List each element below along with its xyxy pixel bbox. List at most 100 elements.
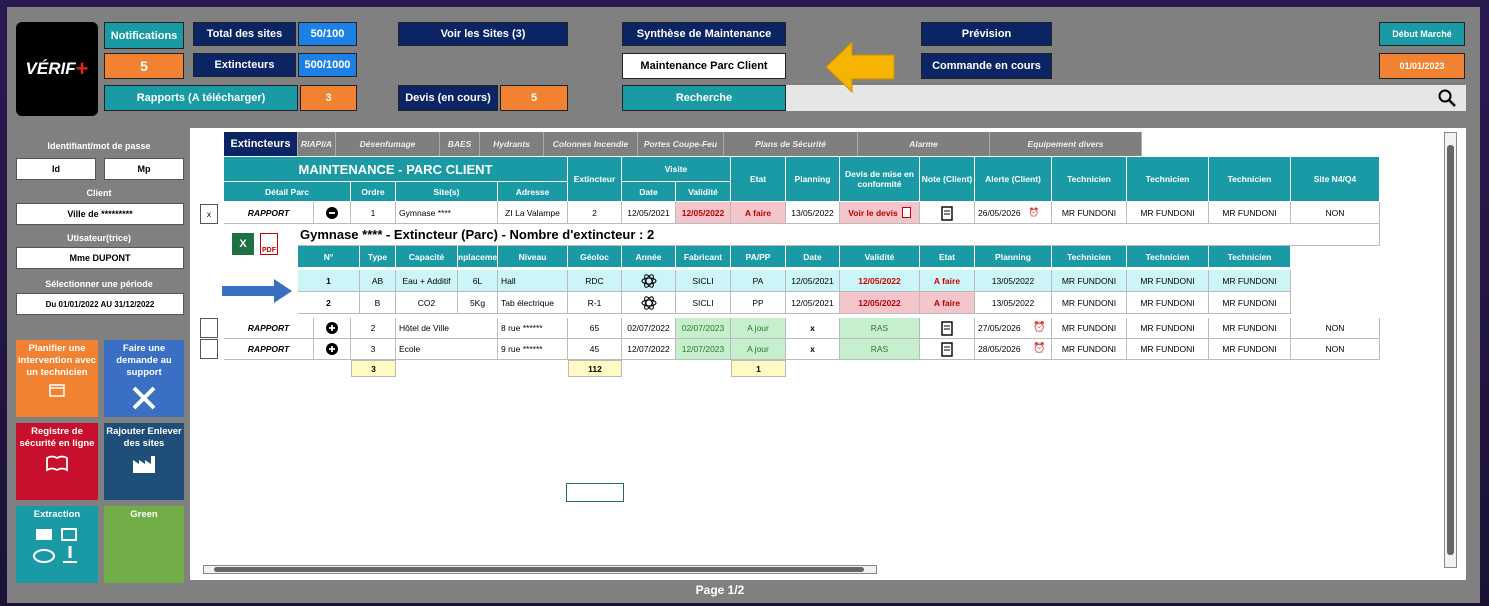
hdr-planning: Planning bbox=[786, 157, 840, 202]
total-sites: 3 bbox=[351, 360, 396, 377]
clipboard-icon[interactable] bbox=[920, 202, 975, 224]
devis-label[interactable]: Devis (en cours) bbox=[398, 85, 498, 111]
registre-tile[interactable]: Registre de sécurité en ligne bbox=[16, 423, 98, 500]
voir-devis-link[interactable]: Voir le devis bbox=[848, 208, 897, 218]
planifier-tile[interactable]: Planifier une intervention avec un techn… bbox=[16, 340, 98, 417]
sub-row-1-col-7: SICLI bbox=[676, 270, 731, 292]
sites-tile[interactable]: Rajouter Enlever des sites bbox=[104, 423, 184, 500]
period-label: Sélectionner une période bbox=[45, 279, 153, 289]
pdf-export-icon[interactable]: PDF bbox=[260, 233, 278, 255]
voir-sites-button[interactable]: Voir les Sites (3) bbox=[398, 22, 568, 46]
table-row-3-t1: MR FUNDONI bbox=[1052, 339, 1127, 360]
atom-icon[interactable] bbox=[622, 270, 676, 292]
table-row-2-etat: A jour bbox=[731, 318, 786, 339]
commande-button[interactable]: Commande en cours bbox=[921, 53, 1052, 79]
alarm-clock-icon[interactable]: ⏰ bbox=[1033, 322, 1045, 333]
main-title: MAINTENANCE - PARC CLIENT bbox=[224, 157, 568, 182]
tab-plans[interactable]: Plans de Sécurité bbox=[724, 132, 858, 156]
rapports-label[interactable]: Rapports (A télécharger) bbox=[104, 85, 298, 111]
mp-field[interactable]: Mp bbox=[104, 158, 184, 180]
row-select-box[interactable] bbox=[200, 339, 218, 359]
total-sites-label[interactable]: Total des sites bbox=[193, 22, 296, 46]
extincteurs-value[interactable]: 500/1000 bbox=[298, 53, 357, 77]
table-row-2-t2: MR FUNDONI bbox=[1127, 318, 1209, 339]
tab-hydrants[interactable]: Hydrants bbox=[480, 132, 544, 156]
table-row-2-rapport[interactable]: RAPPORT bbox=[224, 318, 314, 339]
tools-icon bbox=[104, 383, 184, 413]
debut-marche-date[interactable]: 01/01/2023 bbox=[1379, 53, 1465, 79]
synthese-button[interactable]: Synthèse de Maintenance bbox=[622, 22, 786, 46]
sub-row-2-col-8: PP bbox=[731, 292, 786, 314]
id-field[interactable]: Id bbox=[16, 158, 96, 180]
user-field[interactable]: Mme DUPONT bbox=[16, 247, 184, 269]
sub-row-1-col-12: 13/05/2022 bbox=[975, 270, 1052, 292]
clipboard-icon[interactable] bbox=[920, 339, 975, 360]
hdr-technicien-3: Technicien bbox=[1209, 157, 1291, 202]
tab-baes[interactable]: BAES bbox=[440, 132, 480, 156]
period-field[interactable]: Du 01/01/2022 AU 31/12/2022 bbox=[16, 293, 184, 315]
tab-equipement[interactable]: Equipement divers bbox=[990, 132, 1142, 156]
tab-riapia[interactable]: RIAPI/A bbox=[298, 132, 336, 156]
table-row-1-validite: 12/05/2022 bbox=[676, 202, 731, 224]
rapports-value[interactable]: 3 bbox=[300, 85, 357, 111]
hdr-sites: Site(s) bbox=[396, 182, 498, 202]
vertical-scrollbar[interactable] bbox=[1444, 132, 1457, 568]
tab-desenfumage[interactable]: Désenfumage bbox=[336, 132, 440, 156]
extraction-tile[interactable]: Extraction bbox=[16, 506, 98, 583]
registre-label: Registre de sécurité en ligne bbox=[19, 426, 95, 449]
green-tile[interactable]: Green bbox=[104, 506, 184, 583]
search-icon[interactable] bbox=[1437, 88, 1457, 110]
expand-icon[interactable] bbox=[314, 339, 351, 360]
maintenance-parc-button[interactable]: Maintenance Parc Client bbox=[622, 53, 786, 79]
devis-value[interactable]: 5 bbox=[500, 85, 568, 111]
recherche-button[interactable]: Recherche bbox=[622, 85, 786, 111]
arrow-right-icon bbox=[222, 279, 292, 305]
table-row-3-ext: 45 bbox=[568, 339, 622, 360]
table-row-1-date: 12/05/2021 bbox=[622, 202, 676, 224]
sub-row-2-col-7: SICLI bbox=[676, 292, 731, 314]
sub-row-1-col-11: A faire bbox=[920, 270, 975, 292]
notifications-count[interactable]: 5 bbox=[104, 53, 184, 79]
tab-portes[interactable]: Portes Coupe-Feu bbox=[638, 132, 724, 156]
expand-toggle[interactable]: x bbox=[200, 204, 218, 224]
table-row-2-devis: RAS bbox=[840, 318, 920, 339]
row-select-box[interactable] bbox=[200, 318, 218, 338]
excel-icon[interactable]: X bbox=[232, 233, 254, 255]
table-row-1-rapport[interactable]: RAPPORT bbox=[224, 202, 314, 224]
clipboard-icon[interactable] bbox=[920, 318, 975, 339]
table-row-1-alerte[interactable]: 26/05/2026 ⏰ bbox=[975, 202, 1052, 224]
table-row-3-rapport[interactable]: RAPPORT bbox=[224, 339, 314, 360]
hdr-detail: Détail Parc bbox=[224, 182, 351, 202]
table-row-1-planning: 13/05/2022 bbox=[786, 202, 840, 224]
support-tile[interactable]: Faire une demande au support bbox=[104, 340, 184, 417]
table-row-2-ext: 65 bbox=[568, 318, 622, 339]
debut-marche-label[interactable]: Début Marché bbox=[1379, 22, 1465, 46]
atom-icon[interactable] bbox=[622, 292, 676, 314]
collapse-icon[interactable] bbox=[314, 202, 351, 224]
alarm-clock-icon[interactable]: ⏰ bbox=[1033, 343, 1045, 354]
sub-row-2-col-13: MR FUNDONI bbox=[1052, 292, 1127, 314]
sub-row-2-col-0: 2 bbox=[298, 292, 360, 314]
table-row-1-devis[interactable]: Voir le devis bbox=[840, 202, 920, 224]
sub-title: Gymnase **** - Extincteur (Parc) - Nombr… bbox=[298, 224, 1380, 246]
horizontal-scrollbar[interactable] bbox=[203, 565, 877, 574]
hdr-alerte: Alerte (Client) bbox=[975, 157, 1052, 202]
alarm-clock-icon[interactable]: ⏰ bbox=[1029, 207, 1040, 218]
tab-alarme[interactable]: Alarme bbox=[858, 132, 990, 156]
selected-cell[interactable] bbox=[566, 483, 624, 502]
tab-colonnes[interactable]: Colonnes Incendie bbox=[544, 132, 638, 156]
notifications-label[interactable]: Notifications bbox=[104, 22, 184, 49]
sub-hdr-5: Géoloc bbox=[568, 246, 622, 268]
tab-extincteurs[interactable]: Extincteurs bbox=[224, 132, 298, 156]
prevision-button[interactable]: Prévision bbox=[921, 22, 1052, 46]
client-field[interactable]: Ville de ********* bbox=[16, 203, 184, 225]
total-sites-value[interactable]: 50/100 bbox=[298, 22, 357, 46]
hdr-visite: Visite bbox=[622, 157, 731, 182]
extincteurs-label[interactable]: Extincteurs bbox=[193, 53, 296, 77]
expand-icon[interactable] bbox=[314, 318, 351, 339]
sub-hdr-4: Niveau bbox=[498, 246, 568, 268]
table-row-1-tech3: MR FUNDONI bbox=[1209, 202, 1291, 224]
table-row-2-adresse: 8 rue ****** bbox=[498, 318, 568, 339]
hdr-site-n4: Site N4/Q4 bbox=[1291, 157, 1380, 202]
calendar-icon bbox=[16, 383, 98, 397]
